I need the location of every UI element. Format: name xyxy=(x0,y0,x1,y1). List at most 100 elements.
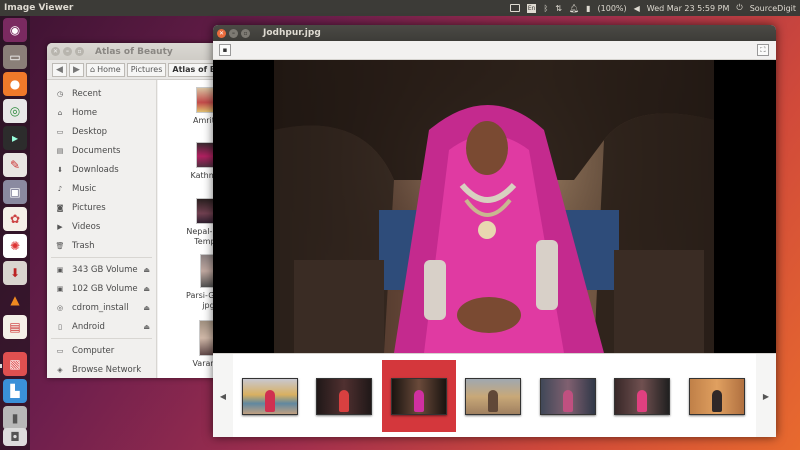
sidebar-item-label: Trash xyxy=(72,240,95,251)
thumbnail-image xyxy=(465,377,521,415)
ubuntu-dash-icon[interactable]: ◉ xyxy=(3,18,27,42)
sidebar-item-home[interactable]: ⌂ Home xyxy=(47,103,156,122)
sidebar-item-volume-343[interactable]: ▣ 343 GB Volume ⏏ xyxy=(47,260,156,279)
transmission-icon[interactable]: ⬇ xyxy=(3,261,27,285)
keyboard-layout-indicator[interactable]: En xyxy=(526,3,537,13)
sidebar-item-videos[interactable]: ▶ Videos xyxy=(47,217,156,236)
window-title: Jodhpur.jpg xyxy=(263,28,321,38)
text-editor-icon[interactable]: ✎ xyxy=(3,153,27,177)
thumbnail-image xyxy=(391,377,447,415)
sidebar-item-label: Home xyxy=(72,107,98,118)
indicator-area: En ᛒ ⇅ 🔔︎ ▮ (100%) ◀︎ Wed Mar 23 5:59 PM… xyxy=(509,0,796,16)
battery-icon[interactable]: ▮ xyxy=(586,4,590,13)
sidebar-item-label: Music xyxy=(72,183,97,194)
sidebar-item-trash[interactable]: 🗑︎ Trash xyxy=(47,236,156,255)
maximize-button[interactable]: ▫ xyxy=(75,47,84,56)
sidebar-item-downloads[interactable]: ⬇ Downloads xyxy=(47,160,156,179)
clock[interactable]: Wed Mar 23 5:59 PM xyxy=(647,4,730,13)
forward-button[interactable]: ▶ xyxy=(69,62,84,77)
breadcrumb-home[interactable]: ⌂ Home xyxy=(86,62,125,77)
phone-icon: ▯ xyxy=(58,322,62,331)
back-button[interactable]: ◀ xyxy=(52,62,67,77)
sidebar-item-network[interactable]: ◈ Browse Network xyxy=(47,360,156,378)
launcher: ◉ ▭ ● ◎ ▸ ✎ ▣ ✿ ✺ ⬇ ▲ ▤ ▧ ▙ ▮ ◘ xyxy=(0,16,30,450)
computer-icon: ▭ xyxy=(56,346,64,355)
fullscreen-button[interactable]: ⛶ xyxy=(757,44,769,56)
minimize-button[interactable]: – xyxy=(63,47,72,56)
user-name[interactable]: SourceDigit xyxy=(750,4,796,13)
screen-icon[interactable] xyxy=(509,4,520,12)
video-icon: ▶ xyxy=(57,222,63,231)
pinwheel-app-icon[interactable]: ✺ xyxy=(3,234,27,258)
thumbnail-item-selected[interactable] xyxy=(382,360,456,432)
trash-icon[interactable]: ◘ xyxy=(3,428,27,446)
sidebar-item-computer[interactable]: ▭ Computer xyxy=(47,341,156,360)
eject-icon[interactable]: ⏏ xyxy=(143,266,150,274)
gallery-toggle-button[interactable]: ▪ xyxy=(219,44,231,56)
thumbnail-item[interactable] xyxy=(680,360,754,432)
close-button[interactable]: ✕ xyxy=(217,28,226,38)
thumbnail-item[interactable] xyxy=(307,360,381,432)
system-settings-icon[interactable]: ▣ xyxy=(3,180,27,204)
close-button[interactable]: ✕ xyxy=(51,47,60,56)
network-icon[interactable]: ⇅ xyxy=(555,4,562,13)
sidebar-separator xyxy=(51,257,152,258)
minimize-button[interactable]: – xyxy=(229,28,238,38)
sidebar-item-label: Browse Network xyxy=(72,364,142,375)
breadcrumb-pictures[interactable]: Pictures xyxy=(126,62,167,77)
thumbnail-item[interactable] xyxy=(531,360,605,432)
bluetooth-icon[interactable]: ᛒ xyxy=(543,4,548,13)
color-palette-icon[interactable]: ✿ xyxy=(3,207,27,231)
terminal-icon[interactable]: ▸ xyxy=(3,126,27,150)
download-icon: ⬇ xyxy=(57,165,63,174)
battery-percentage[interactable]: (100%) xyxy=(598,4,627,13)
sidebar-item-label: Pictures xyxy=(72,202,106,213)
volume-icon[interactable]: ◀︎ xyxy=(634,4,640,13)
chrome-icon[interactable]: ◎ xyxy=(3,99,27,123)
thumbnail-image xyxy=(689,377,745,415)
image-viewer-toolbar: ▪ ⛶ xyxy=(213,41,776,60)
power-icon[interactable]: ⏻ xyxy=(736,3,742,13)
vlc-icon[interactable]: ▲ xyxy=(3,288,27,312)
drive-icon: ▣ xyxy=(56,265,64,274)
sidebar-item-label: Videos xyxy=(72,221,101,232)
maximize-button[interactable]: ▫ xyxy=(241,28,250,38)
thumbnail-item[interactable] xyxy=(605,360,679,432)
document-app-icon[interactable]: ▙ xyxy=(3,379,27,403)
software-center-icon[interactable]: ▤ xyxy=(3,315,27,339)
firefox-icon[interactable]: ● xyxy=(3,72,27,96)
image-canvas[interactable] xyxy=(213,60,776,353)
sidebar-item-music[interactable]: ♪ Music xyxy=(47,179,156,198)
usb-drive-icon[interactable]: ▮ xyxy=(3,406,27,430)
clock-icon: ◷ xyxy=(56,89,64,98)
notification-bell-icon[interactable]: 🔔︎ xyxy=(569,4,579,13)
sidebar-item-documents[interactable]: ▤ Documents xyxy=(47,141,156,160)
sidebar-item-label: Computer xyxy=(72,345,115,356)
thumbnail-item[interactable] xyxy=(233,360,307,432)
sidebar-item-label: 102 GB Volume xyxy=(72,283,138,294)
scroll-left-button[interactable]: ◀ xyxy=(213,354,233,437)
thumbnail-item[interactable] xyxy=(456,360,530,432)
thumbnail-image xyxy=(242,377,298,415)
sidebar-item-cdrom[interactable]: ◎ cdrom_install ⏏ xyxy=(47,298,156,317)
image-viewer-window: ✕ – ▫ Jodhpur.jpg ▪ ⛶ ◀ ▶ xyxy=(213,25,776,437)
sidebar-item-label: Desktop xyxy=(72,126,108,137)
sidebar-item-desktop[interactable]: ▭ Desktop xyxy=(47,122,156,141)
scroll-right-button[interactable]: ▶ xyxy=(756,354,776,437)
image-viewer-titlebar[interactable]: ✕ – ▫ Jodhpur.jpg xyxy=(213,25,776,41)
sidebar-item-recent[interactable]: ◷ Recent xyxy=(47,84,156,103)
eject-icon[interactable]: ⏏ xyxy=(143,323,150,331)
eject-icon[interactable]: ⏏ xyxy=(143,285,150,293)
thumbnail-image xyxy=(316,377,372,415)
sidebar-item-label: 343 GB Volume xyxy=(72,264,138,275)
sidebar-item-android[interactable]: ▯ Android ⏏ xyxy=(47,317,156,336)
image-viewer-icon[interactable]: ▧ xyxy=(3,352,27,376)
eject-icon[interactable]: ⏏ xyxy=(143,304,150,312)
sidebar-item-pictures[interactable]: ◙ Pictures xyxy=(47,198,156,217)
trash-icon: 🗑︎ xyxy=(55,241,65,250)
thumbnail-image xyxy=(614,377,670,415)
network-icon: ◈ xyxy=(57,365,63,374)
sidebar-item-label: Recent xyxy=(72,88,102,99)
sidebar-item-volume-102[interactable]: ▣ 102 GB Volume ⏏ xyxy=(47,279,156,298)
files-icon[interactable]: ▭ xyxy=(3,45,27,69)
